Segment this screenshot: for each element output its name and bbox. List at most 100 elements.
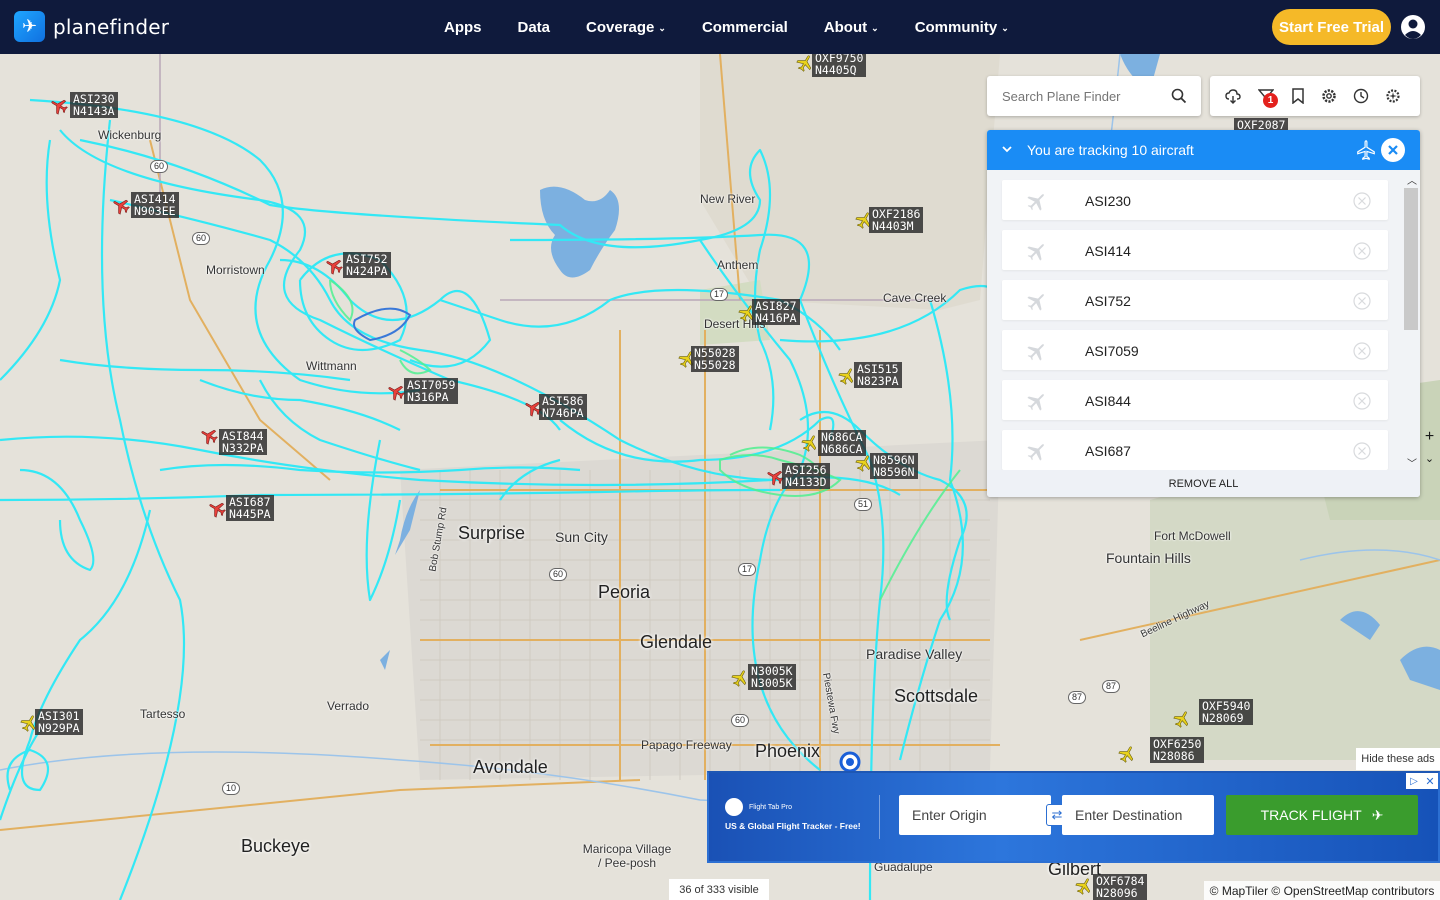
search-icon[interactable]	[1171, 88, 1187, 104]
aircraft-registration: N903EE	[134, 204, 176, 218]
map-attribution[interactable]: © MapTiler © OpenStreetMap contributors	[1204, 881, 1440, 900]
road-label: Papago Freeway	[641, 738, 732, 752]
city-label: Scottsdale	[894, 686, 979, 706]
aircraft-label[interactable]: ASI844 N332PA	[219, 429, 267, 455]
aircraft-label[interactable]: N686CA N686CA	[818, 430, 866, 456]
ad-tagline: US & Global Flight Tracker - Free!	[725, 821, 861, 831]
aircraft-label[interactable]: ASI515 N823PA	[854, 362, 902, 388]
remove-aircraft-icon[interactable]	[1353, 242, 1371, 260]
nav-community[interactable]: Community ⌄	[915, 19, 1009, 36]
aircraft-marker-icon[interactable]	[1118, 745, 1136, 763]
scroll-down-arrow-icon[interactable]: ﹀	[1406, 455, 1418, 470]
tracked-aircraft-item[interactable]: ASI7059	[1002, 330, 1388, 370]
aircraft-label[interactable]: OXF5940 N28069	[1199, 699, 1254, 725]
close-tracking-button[interactable]	[1381, 138, 1405, 162]
brand-logo[interactable]: ✈ planefinder	[14, 11, 169, 42]
aircraft-label[interactable]: ASI301 N929PA	[35, 709, 83, 735]
tracked-aircraft-item[interactable]: ASI752	[1002, 280, 1388, 320]
aircraft-label[interactable]: ASI827 N416PA	[752, 299, 800, 325]
aircraft-marker-icon[interactable]	[325, 257, 343, 275]
aircraft-label[interactable]: ASI256 N4133D	[782, 463, 830, 489]
nav-coverage[interactable]: Coverage ⌄	[586, 19, 666, 36]
route-shield: 60	[731, 714, 750, 727]
aircraft-label[interactable]: ASI687 N445PA	[226, 495, 274, 521]
aircraft-registration: N28069	[1202, 711, 1244, 725]
hide-ads-link[interactable]: Hide these ads	[1356, 748, 1440, 770]
scroll-up-arrow-icon[interactable]: ︿	[1406, 172, 1418, 187]
nav-about[interactable]: About ⌄	[824, 19, 879, 36]
bookmark-icon[interactable]	[1290, 88, 1306, 104]
track-flight-button[interactable]: TRACK FLIGHT ✈	[1226, 795, 1418, 835]
brand-name: planefinder	[53, 14, 170, 39]
destination-input[interactable]: Enter Destination	[1062, 795, 1214, 835]
aircraft-label[interactable]: ASI230 N4143A	[70, 92, 118, 118]
ad-close-icon[interactable]: ✕	[1422, 773, 1438, 789]
remove-aircraft-icon[interactable]	[1353, 292, 1371, 310]
remove-aircraft-icon[interactable]	[1353, 342, 1371, 360]
ad-logo[interactable]: Flight Tab Pro	[725, 798, 792, 816]
close-icon	[1388, 145, 1398, 155]
scrollbar-thumb[interactable]	[1404, 188, 1418, 330]
tracked-aircraft-item[interactable]: ASI414	[1002, 230, 1388, 270]
town-label: Tartesso	[140, 707, 186, 721]
tracked-callsign: ASI752	[1085, 293, 1131, 309]
aircraft-label[interactable]: ASI586 N746PA	[539, 394, 587, 420]
aircraft-label[interactable]: N8596N N8596N	[870, 453, 918, 479]
nav-data[interactable]: Data	[518, 19, 551, 36]
aircraft-registration: N316PA	[407, 390, 449, 404]
tracked-aircraft-item[interactable]: ASI687	[1002, 430, 1388, 470]
remove-all-button[interactable]: REMOVE ALL	[987, 470, 1420, 497]
tracking-title: You are tracking 10 aircraft	[1027, 142, 1194, 158]
aircraft-marker-icon[interactable]	[1075, 877, 1093, 895]
aircraft-marker-icon[interactable]	[112, 197, 130, 215]
user-account-icon[interactable]	[1400, 14, 1426, 40]
aircraft-registration: N4133D	[785, 475, 827, 489]
route-shield: 60	[192, 232, 211, 245]
tracked-plane-icon[interactable]	[1355, 139, 1377, 161]
nav-apps[interactable]: Apps	[444, 19, 482, 36]
tracked-aircraft-item[interactable]: ASI844	[1002, 380, 1388, 420]
aircraft-label[interactable]: ASI752 N424PA	[343, 252, 391, 278]
aircraft-marker-icon[interactable]	[200, 427, 218, 445]
weather-icon[interactable]	[1225, 88, 1241, 104]
route-shield: 60	[549, 568, 568, 581]
chevron-down-icon: ⌄	[1001, 22, 1009, 33]
aircraft-marker-icon[interactable]	[50, 97, 68, 115]
remove-aircraft-icon[interactable]	[1353, 392, 1371, 410]
plane-icon	[1027, 344, 1044, 361]
aircraft-registration: N424PA	[346, 264, 388, 278]
aircraft-label[interactable]: OXF6784 N28096	[1093, 874, 1148, 900]
aircraft-registration: N4143A	[73, 104, 115, 118]
plane-icon	[1027, 294, 1044, 311]
aircraft-marker-icon[interactable]	[387, 383, 405, 401]
nav-commercial[interactable]: Commercial	[702, 19, 788, 36]
tracked-aircraft-item[interactable]: ASI230	[1002, 180, 1388, 220]
origin-input[interactable]: Enter Origin	[899, 795, 1051, 835]
aircraft-label[interactable]: N55028 N55028	[691, 346, 739, 372]
aircraft-marker-icon[interactable]	[801, 434, 819, 452]
zoom-in-button[interactable]: +	[1419, 428, 1440, 450]
aircraft-label[interactable]: ASI414 N903EE	[131, 192, 179, 218]
aircraft-label[interactable]: OXF6250 N28086	[1150, 737, 1205, 763]
town-label: Cave Creek	[883, 291, 947, 305]
aircraft-registration: N746PA	[542, 406, 584, 420]
history-clock-icon[interactable]	[1353, 88, 1369, 104]
aircraft-marker-icon[interactable]	[208, 500, 226, 518]
aircraft-marker-icon[interactable]	[1173, 710, 1191, 728]
ad-info-icon[interactable]: ▷	[1406, 773, 1422, 789]
zoom-chevron-icon[interactable]: ⌄	[1419, 452, 1440, 470]
aircraft-marker-icon[interactable]	[731, 669, 749, 687]
remove-aircraft-icon[interactable]	[1353, 442, 1371, 460]
aircraft-label[interactable]: OXF9750 N4405Q	[812, 54, 867, 77]
aircraft-label[interactable]: N3005K N3005K	[748, 664, 796, 690]
aircraft-registration: N332PA	[222, 441, 264, 455]
tracked-callsign: ASI687	[1085, 443, 1131, 459]
search-input[interactable]	[1002, 88, 1162, 104]
aircraft-label[interactable]: ASI7059 N316PA	[404, 378, 459, 404]
chevron-down-icon[interactable]	[1000, 142, 1014, 156]
remove-aircraft-icon[interactable]	[1353, 192, 1371, 210]
settings-gear-icon[interactable]	[1321, 88, 1337, 104]
start-free-trial-button[interactable]: Start Free Trial	[1272, 9, 1391, 45]
airport-settings-icon[interactable]	[1385, 88, 1401, 104]
aircraft-label[interactable]: OXF2186 N4403M	[869, 207, 924, 233]
